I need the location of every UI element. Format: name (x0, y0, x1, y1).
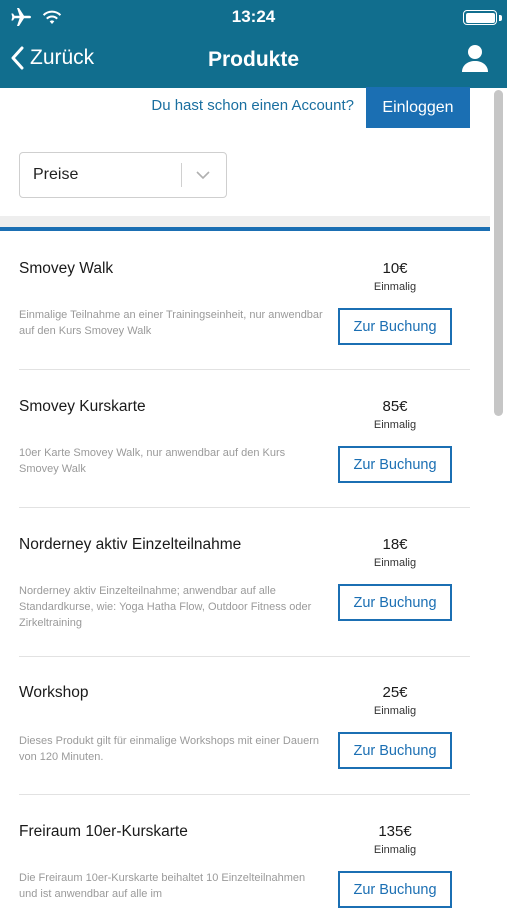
app-header: 13:24 Zurück Produkte (0, 0, 507, 88)
product-title: Smovey Walk (19, 260, 114, 277)
accent-rule (0, 227, 490, 231)
product-description: Dieses Produkt gilt für einmalige Worksh… (19, 735, 319, 763)
book-button[interactable]: Zur Buchung (338, 871, 452, 908)
account-prompt[interactable]: Du hast schon einen Account? (151, 97, 354, 114)
product-description: Die Freiraum 10er-Kurskarte beihaltet 10… (19, 872, 306, 900)
product-frequency: Einmalig (373, 844, 417, 856)
book-button[interactable]: Zur Buchung (338, 584, 452, 621)
book-button[interactable]: Zur Buchung (338, 732, 452, 769)
page-title: Produkte (207, 48, 299, 71)
product-price: 25€ (382, 684, 408, 701)
user-icon (462, 45, 488, 72)
list-separator (19, 794, 470, 795)
section-divider (0, 216, 490, 227)
list-separator (19, 656, 470, 657)
scrollbar-thumb[interactable] (494, 90, 503, 416)
list-separator (19, 507, 470, 508)
status-time: 13:24 (231, 7, 276, 26)
product-title: Workshop (19, 684, 89, 701)
chevron-down-icon (196, 171, 210, 180)
price-filter-select[interactable]: Preise (19, 152, 227, 198)
product-frequency: Einmalig (373, 281, 417, 293)
product-description: Einmalige Teilnahme an einer Trainingsei… (19, 309, 323, 337)
login-button[interactable]: Einloggen (366, 87, 470, 128)
user-profile-button[interactable] (461, 44, 489, 77)
product-price: 18€ (382, 536, 408, 553)
product-title: Freiraum 10er-Kurskarte (19, 823, 188, 840)
status-bar: 13:24 (0, 0, 507, 34)
product-price: 10€ (382, 260, 408, 277)
product-title: Norderney aktiv Einzelteilnahme (19, 536, 242, 553)
battery-tip (499, 15, 502, 21)
product-description: 10er Karte Smovey Walk, nur anwendbar au… (19, 447, 286, 475)
product-frequency: Einmalig (373, 705, 417, 717)
select-divider (181, 163, 182, 187)
product-price: 85€ (382, 398, 408, 415)
product-frequency: Einmalig (373, 557, 417, 569)
scrollbar[interactable] (494, 90, 503, 900)
list-separator (19, 369, 470, 370)
book-button[interactable]: Zur Buchung (338, 308, 452, 345)
battery-icon (463, 10, 497, 25)
filter-selected-value: Preise (33, 166, 79, 183)
book-button[interactable]: Zur Buchung (338, 446, 452, 483)
product-frequency: Einmalig (373, 419, 417, 431)
product-price: 135€ (378, 823, 412, 840)
product-title: Smovey Kurskarte (19, 398, 146, 415)
product-description: Norderney aktiv Einzelteilnahme; anwendb… (19, 585, 312, 629)
